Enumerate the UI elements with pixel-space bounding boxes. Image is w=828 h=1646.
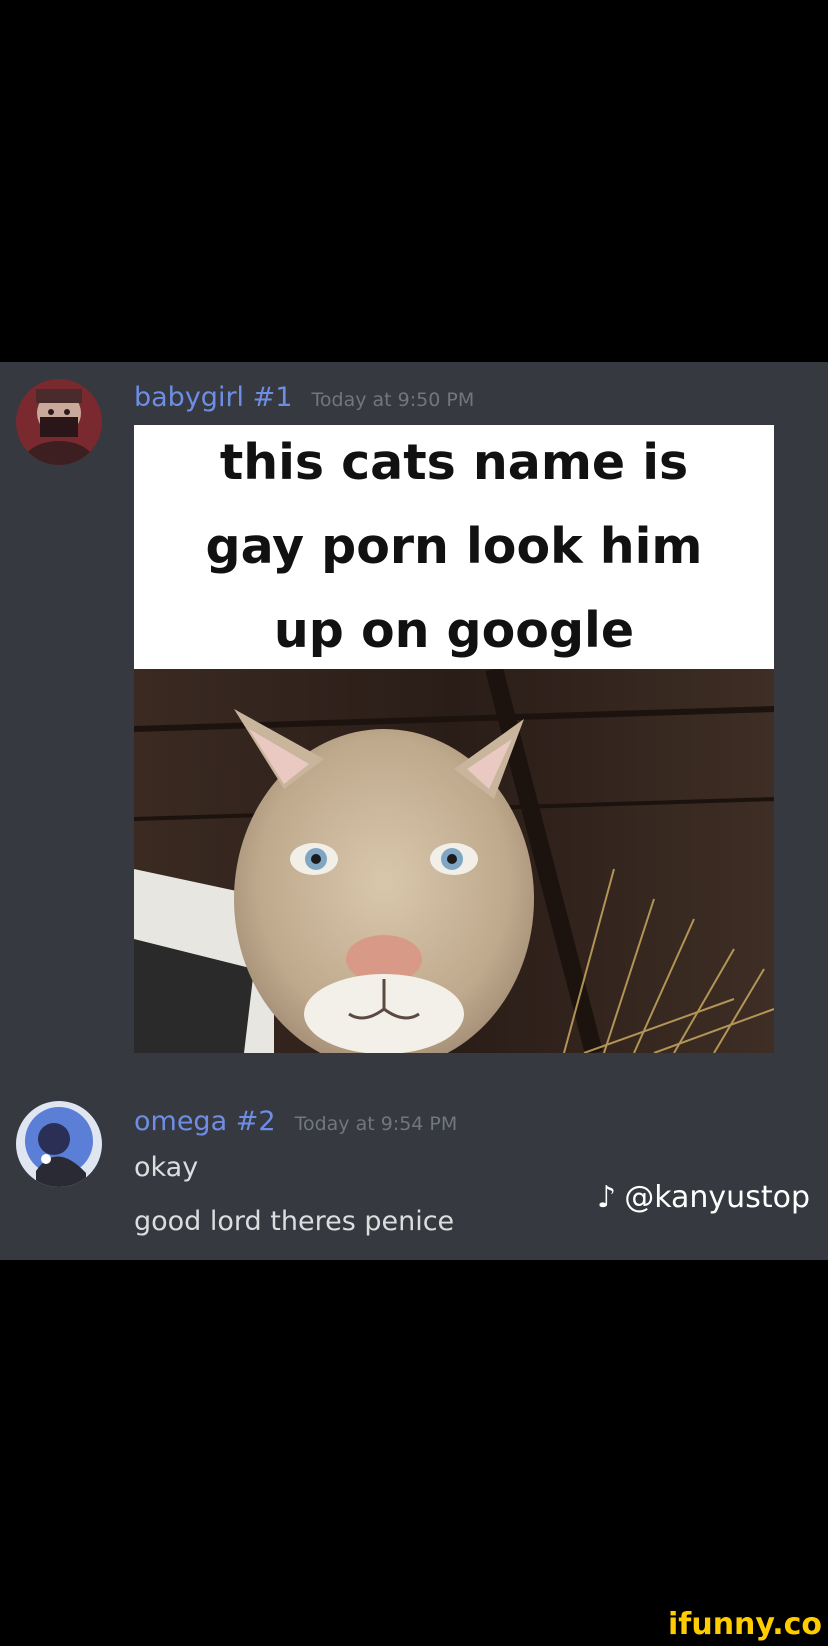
message-header: omega #2 Today at 9:54 PM: [134, 1106, 457, 1137]
tiktok-watermark: ♪ @kanyustop: [597, 1180, 810, 1215]
username[interactable]: babygirl #1: [134, 382, 292, 413]
tiktok-icon: ♪: [597, 1180, 617, 1215]
timestamp: Today at 9:54 PM: [294, 1113, 458, 1135]
cougar-photo: [134, 669, 774, 1053]
avatar-image: [16, 379, 102, 465]
avatar-babygirl[interactable]: [16, 379, 102, 465]
message-line-1: okay: [134, 1152, 199, 1183]
chat-panel: babygirl #1 Today at 9:50 PM this cats n…: [0, 362, 828, 1260]
message-header: babygirl #1 Today at 9:50 PM: [134, 382, 474, 413]
ifunny-watermark: ifunny.co: [668, 1607, 822, 1642]
image-attachment[interactable]: this cats name is gay porn look him up o…: [134, 425, 774, 1053]
timestamp: Today at 9:50 PM: [311, 389, 475, 411]
meme-caption: this cats name is gay porn look him up o…: [205, 434, 703, 659]
tiktok-handle: @kanyustop: [624, 1180, 810, 1215]
username[interactable]: omega #2: [134, 1106, 276, 1137]
message-line-2: good lord theres penice: [134, 1206, 455, 1237]
avatar-omega[interactable]: [16, 1101, 102, 1187]
avatar-image: [16, 1101, 102, 1187]
